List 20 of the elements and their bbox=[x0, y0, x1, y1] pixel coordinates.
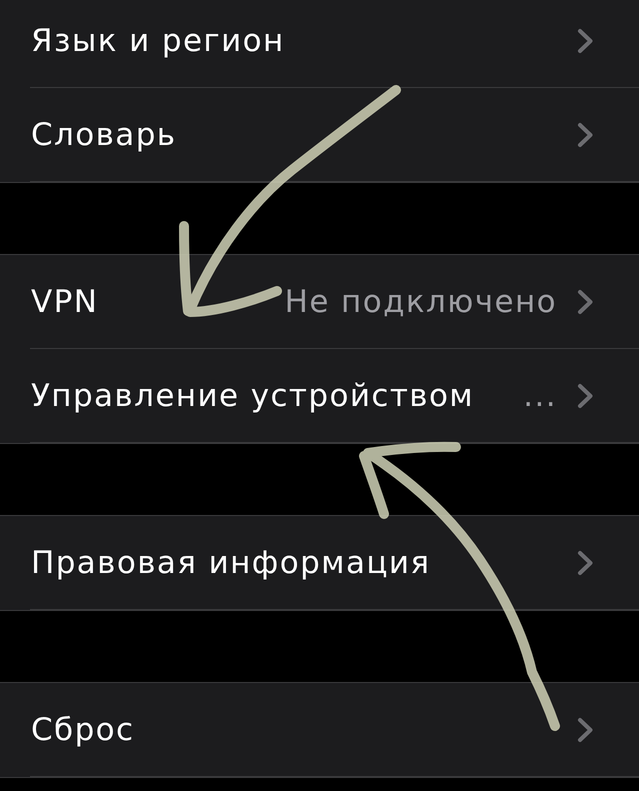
settings-row[interactable]: VPN Не подключено bbox=[0, 255, 639, 349]
row-value: ... bbox=[523, 378, 557, 414]
row-label: VPN bbox=[31, 284, 98, 320]
settings-row[interactable]: Словарь bbox=[0, 88, 639, 182]
settings-row[interactable]: Язык и регион bbox=[0, 0, 639, 88]
chevron-icon bbox=[577, 383, 594, 409]
row-label: Управление устройством bbox=[31, 378, 474, 414]
chevron-icon bbox=[577, 717, 594, 743]
row-label: Сброс bbox=[31, 712, 134, 748]
settings-row[interactable]: Сброс bbox=[0, 683, 639, 777]
chevron-icon bbox=[577, 550, 594, 576]
settings-row[interactable]: Управление устройством ... bbox=[0, 349, 639, 443]
row-label: Словарь bbox=[31, 117, 176, 153]
row-label: Язык и регион bbox=[31, 23, 285, 59]
settings-row[interactable]: Правовая информация bbox=[0, 516, 639, 610]
row-value: Не подключено bbox=[284, 284, 557, 320]
chevron-icon bbox=[577, 289, 594, 315]
row-label: Правовая информация bbox=[31, 545, 430, 581]
chevron-icon bbox=[577, 122, 594, 148]
chevron-icon bbox=[577, 28, 594, 54]
